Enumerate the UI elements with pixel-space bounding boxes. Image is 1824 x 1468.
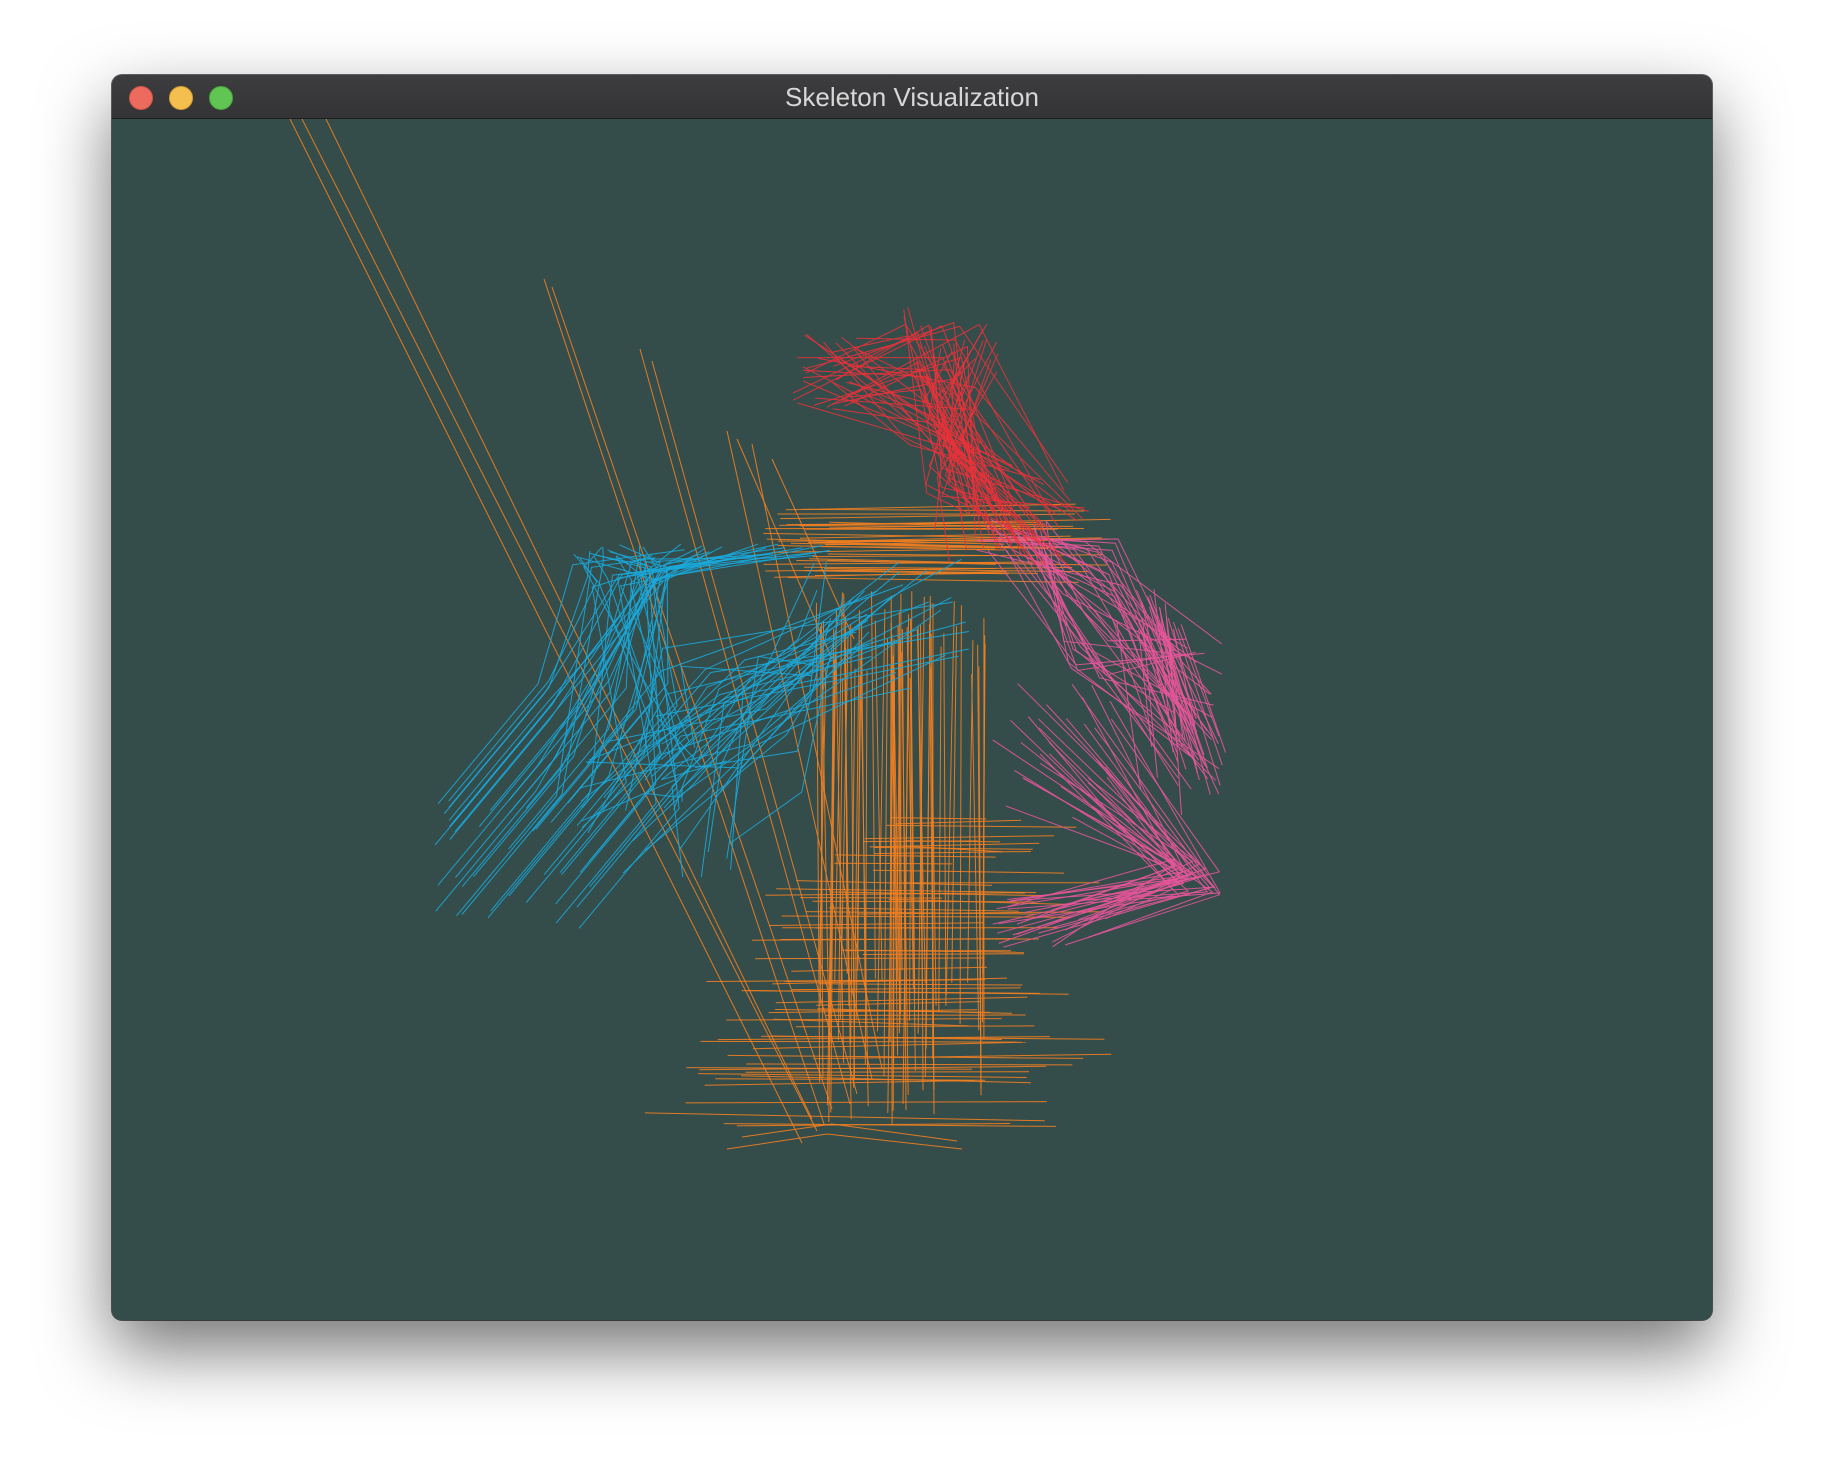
skeleton-plot <box>289 119 1227 1150</box>
foot-stroke <box>864 835 1055 840</box>
foot-stroke <box>746 990 1069 995</box>
leg-swing-stroke <box>325 119 813 1120</box>
foot-stroke <box>644 1112 1045 1122</box>
left-arm-stroke <box>587 644 871 833</box>
window-title: Skeleton Visualization <box>785 82 1039 112</box>
foot-stroke <box>835 854 996 858</box>
app-window: Skeleton Visualization <box>112 75 1712 1320</box>
left-arm-stroke <box>461 546 604 915</box>
foot-stroke <box>745 1071 1030 1073</box>
foot-stroke <box>872 869 1064 874</box>
right-arm-stroke <box>987 549 1205 666</box>
foot-stroke <box>746 1063 1073 1066</box>
torso-stroke <box>785 503 1076 511</box>
foot-stroke <box>768 922 985 926</box>
torso-stroke <box>827 553 1003 557</box>
leg-stroke <box>917 596 925 1034</box>
leg-stroke <box>924 602 932 1078</box>
torso-stroke <box>763 532 1024 539</box>
leg-swing-stroke <box>289 119 803 1144</box>
legs-trajectory <box>289 119 1112 1150</box>
torso-stroke <box>802 508 1085 512</box>
foot-stroke <box>755 957 985 960</box>
leg-stroke <box>945 601 955 996</box>
visualization-canvas[interactable] <box>112 119 1712 1320</box>
foot-stroke <box>741 1123 958 1142</box>
foot-stroke <box>726 1133 963 1150</box>
foot-stroke <box>700 1040 1026 1043</box>
foot-stroke <box>819 983 1023 986</box>
leg-stroke <box>943 633 947 1006</box>
leg-stroke <box>959 605 962 1025</box>
foot-stroke <box>834 862 953 865</box>
foot-stroke <box>800 897 943 899</box>
right-arm-stroke <box>1007 758 1185 903</box>
foot-stroke <box>812 900 1039 903</box>
foot-stroke <box>752 1041 1022 1050</box>
foot-stroke <box>862 953 1024 955</box>
left-arm-stroke <box>588 545 823 862</box>
foot-stroke <box>895 819 1022 825</box>
leg-swing-stroke <box>301 119 818 1132</box>
foot-stroke <box>775 996 1028 1004</box>
title-bar[interactable]: Skeleton Visualization <box>112 75 1712 119</box>
foot-stroke <box>886 824 1077 828</box>
leg-stroke <box>938 646 942 1012</box>
left-arm-stroke <box>489 551 712 811</box>
torso-stroke <box>821 546 1023 549</box>
foot-stroke <box>685 1101 1047 1104</box>
right-arm-stroke <box>1017 683 1201 931</box>
left-arm-stroke <box>449 545 643 840</box>
foot-stroke <box>890 817 987 820</box>
